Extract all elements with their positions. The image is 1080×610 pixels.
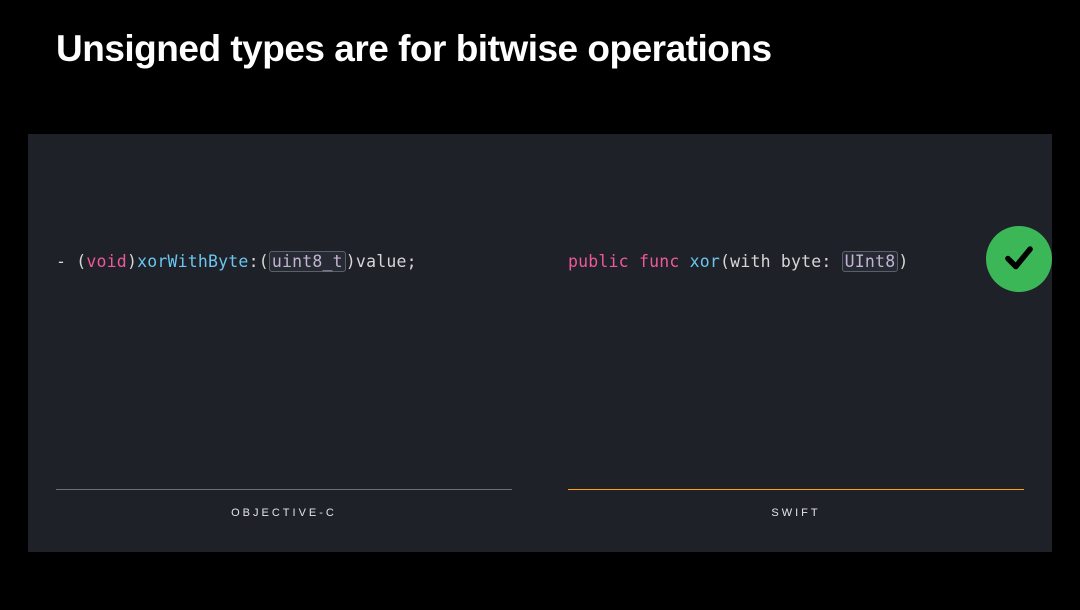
right-language-label: SWIFT [540, 507, 1052, 519]
swift-code: public func xor(with byte: UInt8) [568, 252, 908, 271]
code-text: (with byte: [720, 252, 842, 271]
left-divider [56, 489, 512, 490]
code-method: xor [690, 252, 720, 271]
code-method: xorWithByte [137, 252, 248, 271]
left-column: - (void)xorWithByte:(uint8_t)value; OBJE… [28, 134, 540, 552]
code-text: )value; [346, 252, 417, 271]
code-text [680, 252, 690, 271]
code-comparison-panel: - (void)xorWithByte:(uint8_t)value; OBJE… [28, 134, 1052, 552]
right-column: public func xor(with byte: UInt8) SWIFT [540, 134, 1052, 552]
code-type-highlighted: UInt8 [842, 251, 899, 272]
code-text: - ( [56, 252, 86, 271]
left-language-label: OBJECTIVE-C [28, 507, 540, 519]
code-text [629, 252, 639, 271]
checkmark-badge [986, 226, 1052, 292]
code-text: ) [898, 252, 908, 271]
code-type-highlighted: uint8_t [269, 251, 346, 272]
code-keyword: func [639, 252, 680, 271]
code-keyword: public [568, 252, 629, 271]
objc-code: - (void)xorWithByte:(uint8_t)value; [56, 252, 417, 271]
code-text: :( [249, 252, 269, 271]
code-text: ) [127, 252, 137, 271]
right-divider [568, 489, 1024, 490]
code-keyword: void [86, 252, 127, 271]
check-icon [1000, 238, 1038, 281]
page-title: Unsigned types are for bitwise operation… [56, 28, 772, 70]
